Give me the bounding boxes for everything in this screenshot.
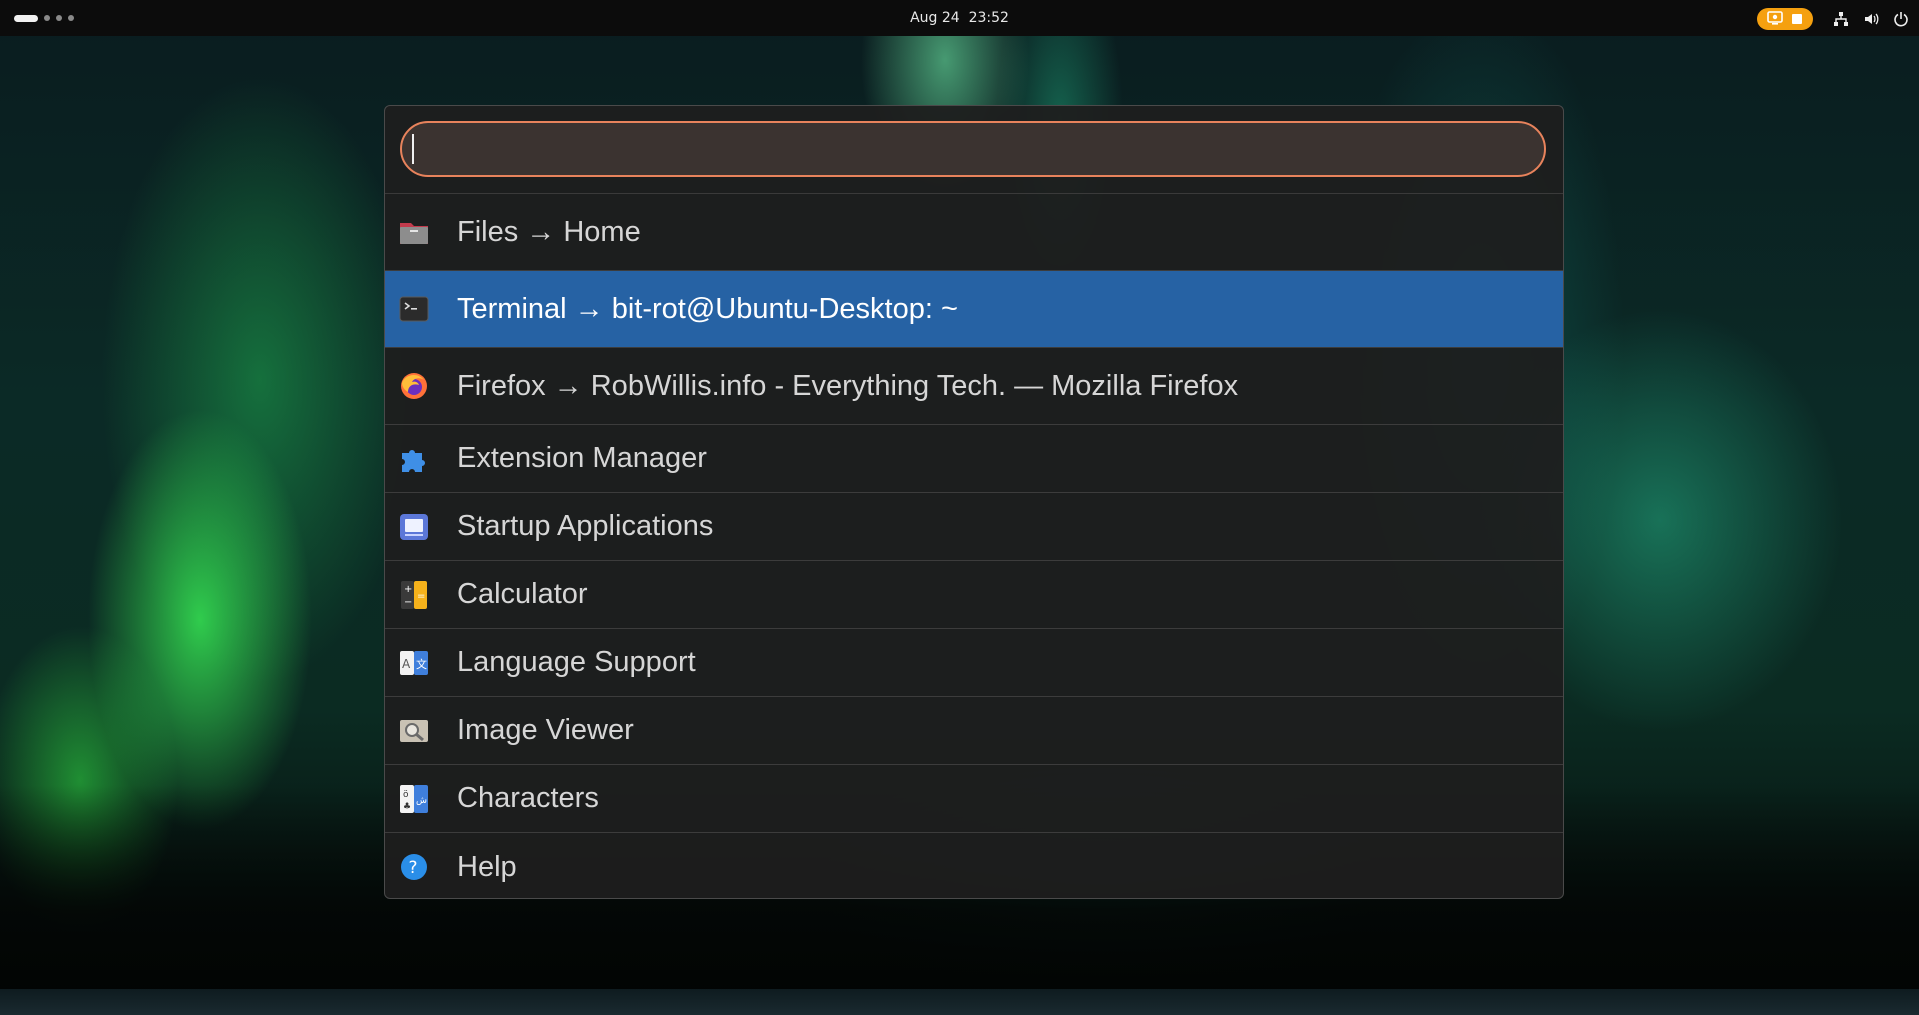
files-folder-icon — [399, 217, 429, 247]
network-icon[interactable] — [1833, 11, 1849, 27]
workspace-indicator[interactable] — [14, 14, 74, 22]
result-label: Extension Manager — [457, 442, 707, 474]
result-label: Language Support — [457, 646, 696, 678]
svg-text:ش: ش — [416, 796, 427, 806]
result-label: Files → Home — [457, 215, 641, 248]
svg-text:+: + — [404, 584, 412, 595]
workspace-active-dot[interactable] — [14, 14, 38, 22]
result-label: Help — [457, 850, 517, 883]
characters-icon: ö ♣ ش — [399, 784, 429, 814]
result-item-image-viewer[interactable]: Image Viewer — [385, 697, 1563, 765]
result-item-terminal[interactable]: Terminal → bit-rot@Ubuntu-Desktop: ~ — [385, 271, 1563, 348]
result-label: Terminal → bit-rot@Ubuntu-Desktop: ~ — [457, 292, 958, 325]
clock-datetime[interactable]: Aug 24 23:52 — [910, 10, 1009, 26]
startup-apps-icon — [399, 512, 429, 542]
search-input[interactable] — [400, 121, 1546, 177]
text-caret — [412, 134, 414, 164]
result-item-files[interactable]: Files → Home — [385, 194, 1563, 271]
search-area — [385, 106, 1563, 194]
stop-icon[interactable] — [1791, 10, 1803, 29]
result-item-extension-manager[interactable]: Extension Manager — [385, 425, 1563, 493]
clock: Aug 24 23:52 — [0, 0, 1919, 36]
result-label: Characters — [457, 782, 599, 814]
calculator-icon: + − = — [399, 580, 429, 610]
wallpaper-ground — [0, 989, 1919, 1015]
language-icon: A文 — [399, 648, 429, 678]
result-label: Startup Applications — [457, 510, 714, 542]
svg-text:ö: ö — [403, 790, 409, 800]
screen-recording-indicator[interactable] — [1757, 8, 1813, 30]
firefox-icon — [399, 371, 429, 401]
system-tray[interactable] — [1833, 8, 1909, 30]
terminal-icon — [399, 294, 429, 324]
help-icon: ? — [399, 852, 429, 882]
app-launcher-dialog: Files → Home Terminal → bit-rot@Ubuntu-D… — [384, 105, 1564, 899]
svg-text:=: = — [417, 591, 425, 602]
volume-icon[interactable] — [1863, 11, 1879, 27]
result-item-firefox[interactable]: Firefox → RobWillis.info - Everything Te… — [385, 348, 1563, 425]
screen-record-icon — [1767, 10, 1783, 29]
workspace-dot[interactable] — [56, 15, 62, 21]
result-item-help[interactable]: ? Help — [385, 833, 1563, 898]
svg-text:?: ? — [409, 858, 418, 878]
svg-text:文: 文 — [416, 657, 427, 671]
result-label: Calculator — [457, 578, 588, 610]
workspace-dot[interactable] — [44, 15, 50, 21]
result-label: Firefox → RobWillis.info - Everything Te… — [457, 369, 1239, 402]
top-bar: Aug 24 23:52 — [0, 0, 1919, 36]
workspace-dot[interactable] — [68, 15, 74, 21]
result-item-startup-applications[interactable]: Startup Applications — [385, 493, 1563, 561]
puzzle-icon — [399, 444, 429, 474]
result-item-language-support[interactable]: A文 Language Support — [385, 629, 1563, 697]
result-item-calculator[interactable]: + − = Calculator — [385, 561, 1563, 629]
svg-text:A: A — [402, 657, 411, 671]
result-label: Image Viewer — [457, 714, 634, 746]
results-list: Files → Home Terminal → bit-rot@Ubuntu-D… — [385, 194, 1563, 898]
power-icon[interactable] — [1893, 11, 1909, 27]
result-item-characters[interactable]: ö ♣ ش Characters — [385, 765, 1563, 833]
image-viewer-icon — [399, 716, 429, 746]
svg-text:♣: ♣ — [403, 802, 411, 812]
svg-text:−: − — [404, 597, 412, 608]
